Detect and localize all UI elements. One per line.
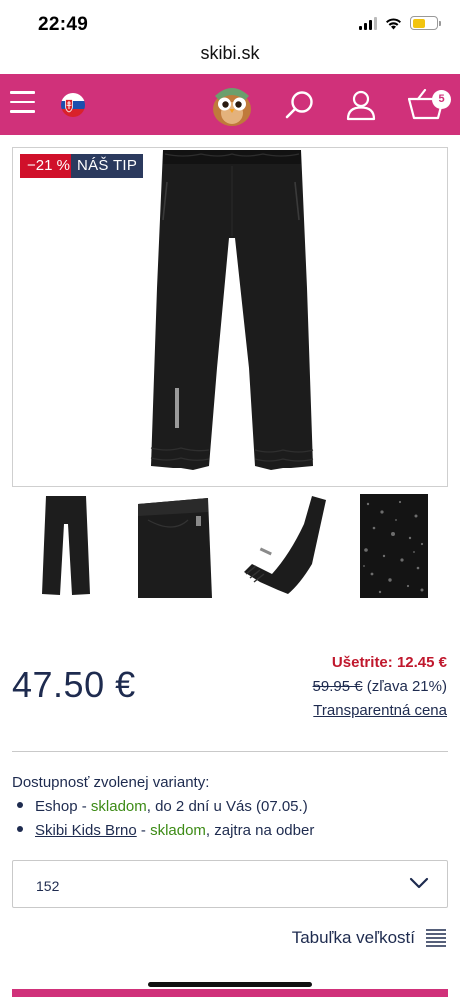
old-price-row: 59.95 € (zľava 21%)	[313, 678, 447, 695]
slovak-flag-icon[interactable]	[61, 93, 85, 117]
availability-detail: , zajtra na odber	[205, 822, 315, 839]
transparent-price-link[interactable]: Transparentná cena	[313, 702, 447, 719]
tip-badge: NÁŠ TIP	[71, 154, 144, 178]
discount-badge: −21 %	[20, 154, 77, 178]
bullet	[17, 826, 23, 833]
battery-icon	[410, 16, 441, 30]
status-icons	[359, 16, 441, 30]
owl-logo[interactable]	[209, 82, 255, 128]
thumbnail-gallery	[0, 494, 460, 600]
thumbnail-4[interactable]	[360, 494, 428, 598]
availability-status: skladom	[150, 822, 206, 839]
availability-item-eshop: Eshop - skladom, do 2 dní u Vás (07.05.)	[17, 798, 308, 815]
old-price: 59.95 €	[312, 678, 363, 695]
water-droplets-image	[363, 500, 424, 594]
store-link-brno[interactable]: Skibi Kids Brno	[35, 822, 137, 839]
signal-icon	[359, 16, 377, 30]
size-select[interactable]: 152	[12, 860, 448, 908]
add-to-cart-bar[interactable]	[12, 989, 448, 997]
size-table-link[interactable]: Tabuľka veľkostí	[292, 928, 447, 948]
discount-note: (zľava 21%)	[366, 678, 447, 695]
home-indicator[interactable]	[148, 982, 312, 987]
bullet	[17, 802, 23, 809]
pants-image	[150, 150, 314, 470]
divider	[12, 751, 448, 752]
product-price: 47.50 €	[12, 664, 136, 705]
thumbnail-2[interactable]	[138, 494, 212, 598]
chevron-down-icon	[409, 877, 429, 889]
site-header	[0, 74, 460, 135]
browser-url[interactable]: skibi.sk	[0, 43, 460, 64]
availability-title: Dostupnosť zvolenej varianty:	[12, 774, 210, 791]
cart-count-badge[interactable]: 5	[432, 90, 451, 109]
table-lines-icon	[426, 929, 446, 947]
wifi-icon	[386, 17, 401, 29]
availability-location: Eshop	[35, 798, 78, 815]
availability-detail: , do 2 dní u Vás (07.05.)	[146, 798, 308, 815]
product-main-image[interactable]: −21 % NÁŠ TIP	[12, 147, 448, 487]
availability-status: skladom	[90, 798, 147, 815]
separator: -	[77, 798, 91, 815]
size-select-value: 152	[36, 878, 60, 894]
savings-amount: Ušetrite: 12.45 €	[331, 654, 447, 671]
status-time: 22:49	[38, 14, 89, 35]
user-icon[interactable]	[345, 89, 377, 121]
hamburger-icon[interactable]	[10, 91, 35, 115]
availability-item-brno: Skibi Kids Brno - skladom, zajtra na odb…	[17, 822, 314, 839]
thumbnail-3[interactable]	[242, 494, 326, 598]
size-table-label: Tabuľka veľkostí	[291, 928, 415, 947]
search-icon[interactable]	[284, 89, 316, 121]
thumbnail-1[interactable]	[40, 494, 92, 598]
separator: -	[136, 822, 151, 839]
status-bar: 22:49	[0, 0, 460, 44]
